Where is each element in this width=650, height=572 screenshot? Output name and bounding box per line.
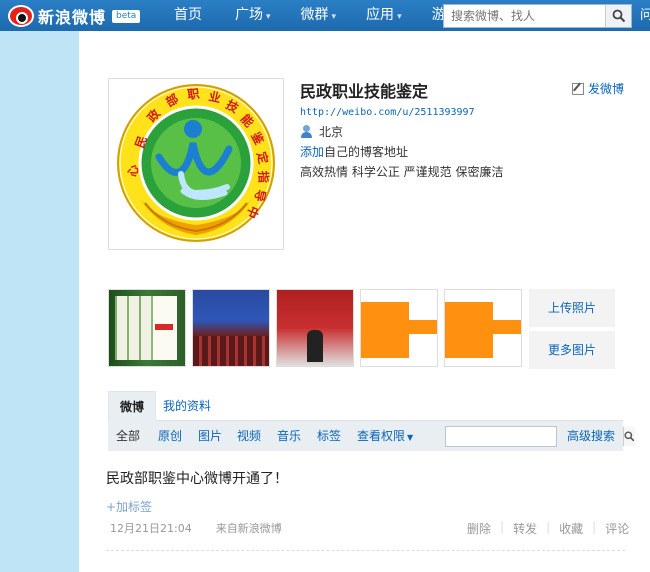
beta-badge: beta (112, 9, 141, 23)
filter-all[interactable]: 全部 (116, 421, 140, 451)
svg-text:心: 心 (126, 165, 140, 177)
add-tag-link[interactable]: +加标签 (106, 498, 152, 515)
profile-url[interactable]: http://weibo.com/u/2511393997 (300, 107, 475, 118)
more-photos-button[interactable]: 更多图片 (529, 331, 615, 369)
favorite-button[interactable]: 收藏 (559, 520, 583, 537)
filter-music[interactable]: 音乐 (277, 421, 301, 451)
photo-thumb-hall[interactable] (192, 289, 270, 367)
advanced-search-link[interactable]: 高级搜索 (567, 421, 615, 451)
upload-photo-button[interactable]: 上传照片 (529, 289, 615, 327)
svg-text:导: 导 (252, 188, 269, 202)
search-icon (612, 9, 625, 23)
blog-address: 添加自己的博客地址 (300, 143, 408, 160)
nav-apps[interactable]: 应用 ▾ (366, 0, 402, 31)
chevron-down-icon: ▼ (407, 433, 414, 442)
comment-button[interactable]: 评论 (605, 520, 629, 537)
top-search (443, 4, 632, 28)
organization-logo: 民 政 部 职 业 技 能 鉴 定 指 导 中 心 (117, 84, 275, 242)
photo-thumb-placeholder[interactable] (360, 289, 438, 367)
nav-home[interactable]: 首页 (174, 0, 205, 31)
weibo-eye-icon (8, 5, 34, 27)
photo-thumb-stage[interactable] (276, 289, 354, 367)
blog-address-text: 自己的博客地址 (324, 145, 409, 159)
person-icon (300, 124, 313, 139)
profile-panel: 民 政 部 职 业 技 能 鉴 定 指 导 中 心 民政职业技能鉴定 发微博 h… (79, 31, 650, 572)
search-button[interactable] (605, 5, 631, 27)
profile-tabs: 微博 我的资料 (108, 391, 623, 421)
svg-text:指: 指 (256, 171, 271, 184)
nav-square[interactable]: 广场 ▾ (235, 0, 271, 31)
profile-description: 高效热情 科学公正 严谨规范 保密廉洁 (300, 165, 504, 179)
filter-videos[interactable]: 视频 (237, 421, 261, 451)
chevron-down-icon: ▾ (266, 12, 271, 22)
weibo-search (445, 426, 635, 447)
filter-bar: 全部 原创 图片 视频 音乐 标签 查看权限 ▼ 高级搜索 (108, 421, 635, 453)
search-input[interactable] (444, 5, 605, 27)
post-divider (106, 550, 625, 551)
filter-original[interactable]: 原创 (158, 421, 182, 451)
profile-location: 北京 (300, 123, 343, 140)
post-weibo-button[interactable]: 发微博 (572, 80, 624, 97)
profile-name: 民政职业技能鉴定 (300, 82, 429, 101)
top-navigation-bar: 新浪微博 beta 首页 广场▾ 微群▾ 应用▾ 游戏▾ 问 (0, 0, 650, 31)
location-text: 北京 (319, 125, 344, 139)
nav-groups[interactable]: 微群 ▾ (301, 0, 337, 31)
logo-text: 新浪微博 (38, 8, 107, 27)
svg-text:职: 职 (186, 86, 200, 102)
photo-thumb-books[interactable] (108, 289, 186, 367)
post-actions: 删除 | 转发 | 收藏 | 评论 (467, 520, 630, 537)
tab-weibo[interactable]: 微博 (108, 391, 157, 421)
permission-dropdown[interactable]: 查看权限 ▼ (357, 421, 413, 453)
delete-button[interactable]: 删除 (467, 520, 491, 537)
repost-button[interactable]: 转发 (513, 520, 537, 537)
filter-images[interactable]: 图片 (198, 421, 222, 451)
post-text: 民政部职鉴中心微博开通了！ (106, 471, 288, 487)
post-time[interactable]: 12月21日21:04 (110, 522, 192, 535)
add-blog-link[interactable]: 添加 (300, 145, 324, 159)
photo-links: 上传照片 更多图片 (529, 289, 615, 373)
chevron-down-icon: ▾ (397, 12, 402, 22)
nav-right-text[interactable]: 问 (640, 0, 650, 31)
tab-profile-info[interactable]: 我的资料 (152, 391, 222, 421)
avatar[interactable]: 民 政 部 职 业 技 能 鉴 定 指 导 中 心 (108, 78, 284, 250)
post-source[interactable]: 来自新浪微博 (216, 522, 282, 535)
post-meta: 12月21日21:04 来自新浪微博 (110, 520, 282, 536)
search-icon (624, 431, 635, 442)
photo-thumb-placeholder[interactable] (444, 289, 522, 367)
chevron-down-icon: ▾ (331, 12, 337, 22)
filter-tags[interactable]: 标签 (317, 421, 341, 451)
edit-icon (572, 82, 584, 95)
weibo-search-button[interactable] (623, 427, 635, 446)
photo-strip (108, 289, 528, 367)
weibo-logo[interactable]: 新浪微博 beta (8, 4, 141, 28)
